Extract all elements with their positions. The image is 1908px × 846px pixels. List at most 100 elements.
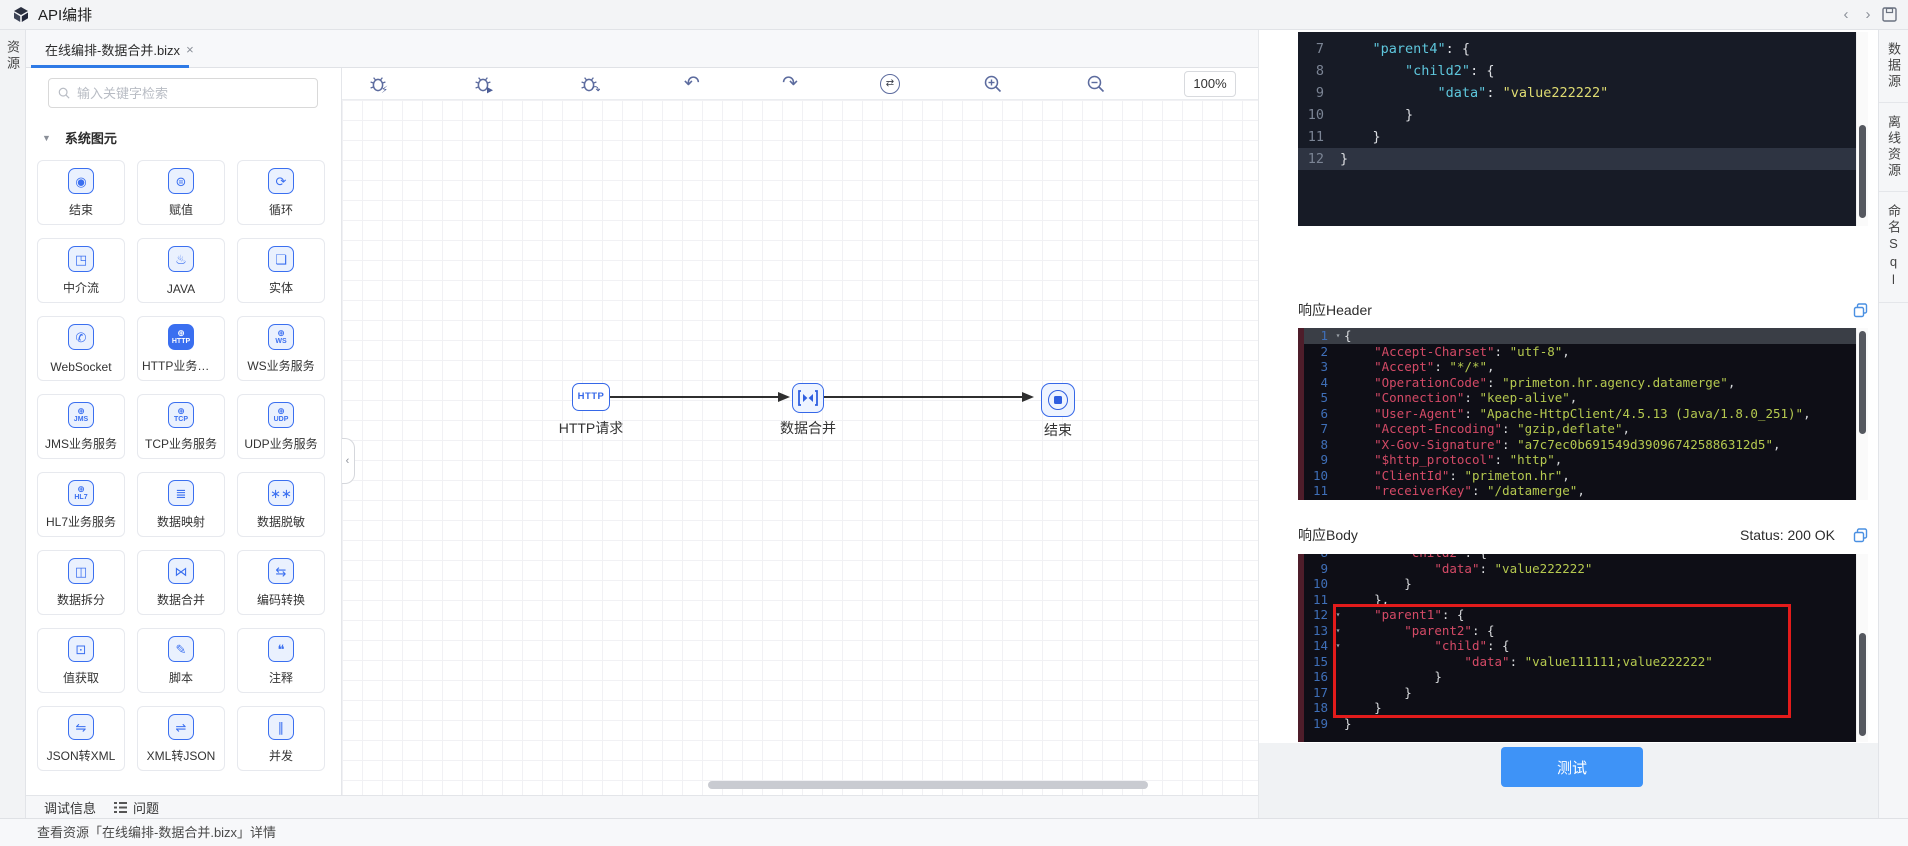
protocol-icon: ⊕ TCP bbox=[168, 402, 194, 428]
palette-item-label: 脚本 bbox=[168, 671, 193, 685]
search-input[interactable] bbox=[77, 85, 308, 101]
protocol-icon: ⊕ JMS bbox=[68, 402, 94, 428]
nav-back-icon[interactable]: ‹ bbox=[1836, 5, 1856, 25]
zoom-level[interactable]: 100% bbox=[1184, 71, 1236, 97]
palette-item-label: JMS业务服务 bbox=[44, 437, 117, 451]
node-end[interactable] bbox=[1041, 383, 1075, 417]
edge-merge-to-end[interactable] bbox=[824, 396, 1022, 398]
palette-item-实体[interactable]: ❏ 实体 bbox=[237, 238, 325, 303]
palette-item-HTTP[interactable]: ⊕ HTTP HTTP业务服务 bbox=[137, 316, 225, 381]
palette-item-WS[interactable]: ⊕ WS WS业务服务 bbox=[237, 316, 325, 381]
palette-item-脚本[interactable]: ✎ 脚本 bbox=[137, 628, 225, 693]
palette-item-label: JSON转XML bbox=[46, 749, 116, 763]
palette-item-JMS[interactable]: ⊕ JMS JMS业务服务 bbox=[37, 394, 125, 459]
viewer-scrollbar[interactable] bbox=[1856, 328, 1868, 500]
tab-online-merge[interactable]: 在线编排-数据合并.bizx × bbox=[31, 30, 194, 68]
node-data-merge[interactable] bbox=[792, 383, 824, 413]
fold-icon[interactable]: ▾ bbox=[1332, 328, 1344, 344]
palette-item-注释[interactable]: ❝ 注释 bbox=[237, 628, 325, 693]
palette-item-UDP[interactable]: ⊕ UDP UDP业务服务 bbox=[237, 394, 325, 459]
脚本-icon: ✎ bbox=[168, 636, 194, 662]
debug-info-tab[interactable]: 调试信息 bbox=[44, 798, 96, 817]
save-icon[interactable] bbox=[1882, 7, 1897, 22]
palette-item-XML转JSON[interactable]: ⇌ XML转JSON bbox=[137, 706, 225, 771]
code-line: 10 } bbox=[1312, 576, 1412, 591]
debug-run-icon[interactable] bbox=[469, 69, 499, 99]
list-icon bbox=[114, 801, 128, 813]
code-line: 11 } bbox=[1307, 129, 1381, 145]
palette-item-赋值[interactable]: ⊜ 赋值 bbox=[137, 160, 225, 225]
issues-tab[interactable]: 问题 bbox=[114, 798, 159, 817]
palette-search[interactable] bbox=[48, 78, 318, 108]
palette-item-label: 编码转换 bbox=[256, 593, 305, 607]
canvas-hscrollbar[interactable] bbox=[708, 781, 1148, 789]
palette-collapse-handle[interactable]: ‹ bbox=[342, 438, 355, 484]
undo-icon[interactable]: ↶ bbox=[677, 69, 707, 99]
palette-item-WebSocket[interactable]: ✆ WebSocket bbox=[37, 316, 125, 381]
zoom-in-icon[interactable] bbox=[978, 69, 1008, 99]
palette-item-JAVA[interactable]: ♨ JAVA bbox=[137, 238, 225, 303]
viewer-scrollbar[interactable] bbox=[1856, 554, 1868, 742]
编码转换-icon: ⇆ bbox=[268, 558, 294, 584]
palette-item-并发[interactable]: ∥ 并发 bbox=[237, 706, 325, 771]
copy-icon[interactable] bbox=[1853, 527, 1868, 543]
right-dock-tab-数据源[interactable]: 数据源 bbox=[1879, 30, 1908, 103]
zoom-out-icon[interactable] bbox=[1081, 69, 1111, 99]
editor-scrollbar[interactable] bbox=[1856, 32, 1868, 226]
resources-tab[interactable]: 资源 bbox=[3, 40, 22, 72]
code-line: 10 "ClientId": "primeton.hr", bbox=[1312, 467, 1570, 483]
right-dock-tab-label: 命名Sql bbox=[1886, 204, 1901, 290]
response-body-title: 响应Body bbox=[1298, 527, 1358, 543]
code-line: 8 "child2": { bbox=[1315, 63, 1495, 79]
code-line: 5 "Connection": "keep-alive", bbox=[1320, 390, 1578, 405]
palette-item-label: 并发 bbox=[268, 749, 293, 763]
palette-item-label: 数据映射 bbox=[156, 515, 205, 529]
palette-item-编码转换[interactable]: ⇆ 编码转换 bbox=[237, 550, 325, 615]
section-collapse-icon[interactable]: ▼ bbox=[42, 133, 51, 143]
code-line: 2 "Accept-Charset": "utf-8", bbox=[1320, 343, 1570, 359]
中介流-icon: ◳ bbox=[68, 246, 94, 272]
bottom-tab-bar: 调试信息 问题 bbox=[26, 795, 1258, 818]
nav-forward-icon[interactable]: › bbox=[1858, 5, 1878, 25]
edge-http-to-merge[interactable] bbox=[610, 396, 778, 398]
palette-item-值获取[interactable]: ⊡ 值获取 bbox=[37, 628, 125, 693]
code-line: 7 "Accept-Encoding": "gzip,deflate", bbox=[1320, 421, 1630, 436]
WebSocket-icon: ✆ bbox=[68, 324, 94, 350]
palette-item-label: HTTP业务服务 bbox=[142, 359, 220, 373]
canvas-toolbar: ⚡ ↷ ↶ ↷ ⇄ 100% bbox=[342, 68, 1258, 100]
canvas-grid[interactable]: HTTP HTTP请求 数据合并 结束 ‹ bbox=[342, 100, 1258, 795]
tab-close-icon[interactable]: × bbox=[186, 42, 194, 57]
palette-item-中介流[interactable]: ◳ 中介流 bbox=[37, 238, 125, 303]
response-header-viewer[interactable]: 1 ▾{2 "Accept-Charset": "utf-8", 3 "Accept… bbox=[1298, 328, 1868, 500]
palette-item-循环[interactable]: ⟳ 循环 bbox=[237, 160, 325, 225]
注释-icon: ❝ bbox=[268, 636, 294, 662]
palette-item-label: 循环 bbox=[268, 203, 293, 217]
protocol-icon: ⊕ HL7 bbox=[68, 480, 94, 506]
code-line: 3 "Accept": "*/*", bbox=[1320, 359, 1495, 374]
response-body-viewer[interactable]: 8 "child2": {9 "data": "value222222"10 }… bbox=[1298, 554, 1868, 742]
palette-item-数据合并[interactable]: ⋈ 数据合并 bbox=[137, 550, 225, 615]
node-http-request[interactable]: HTTP bbox=[572, 383, 610, 411]
tab-label: 在线编排-数据合并.bizx bbox=[45, 42, 181, 58]
palette-item-TCP[interactable]: ⊕ TCP TCP业务服务 bbox=[137, 394, 225, 459]
palette-item-结束[interactable]: ◉ 结束 bbox=[37, 160, 125, 225]
debug-step-icon[interactable]: ↷ bbox=[575, 69, 605, 99]
debug-restart-icon[interactable]: ⚡ bbox=[364, 69, 394, 99]
right-dock-tab-离线资源[interactable]: 离线资源 bbox=[1879, 103, 1908, 192]
palette-section-header[interactable]: ▼ 系统图元 bbox=[42, 128, 117, 147]
response-body-titlebar: 响应Body Status: 200 OK bbox=[1298, 522, 1868, 548]
right-dock-tab-命名Sql[interactable]: 命名Sql bbox=[1879, 192, 1908, 303]
test-button[interactable]: 测试 bbox=[1501, 747, 1643, 787]
auto-layout-icon[interactable]: ⇄ bbox=[875, 69, 905, 99]
palette-item-数据拆分[interactable]: ◫ 数据拆分 bbox=[37, 550, 125, 615]
palette-item-数据脱敏[interactable]: ∗∗ 数据脱敏 bbox=[237, 472, 325, 537]
palette-item-HL7[interactable]: ⊕ HL7 HL7业务服务 bbox=[37, 472, 125, 537]
request-body-editor[interactable]: 7 "parent4": {8 "child2": {9 "data": "va… bbox=[1298, 32, 1868, 226]
palette-item-JSON转XML[interactable]: ⇋ JSON转XML bbox=[37, 706, 125, 771]
palette-item-数据映射[interactable]: ≣ 数据映射 bbox=[137, 472, 225, 537]
copy-icon[interactable] bbox=[1853, 302, 1868, 318]
document-tab-bar: 在线编排-数据合并.bizx × bbox=[26, 30, 1258, 68]
code-line: 1 ▾{ bbox=[1304, 328, 1856, 344]
app-logo-icon bbox=[14, 6, 28, 22]
redo-icon[interactable]: ↷ bbox=[775, 69, 805, 99]
